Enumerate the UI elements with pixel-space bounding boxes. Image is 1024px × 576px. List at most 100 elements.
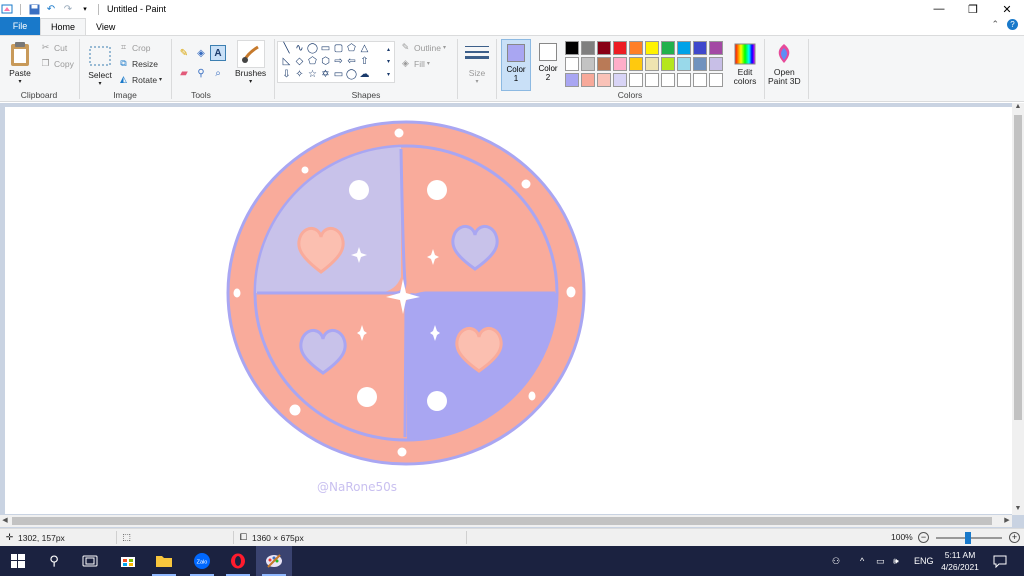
fill-button[interactable]: ◈ Fill ▾ (400, 58, 430, 69)
curve-shape-icon[interactable]: ∿ (293, 42, 306, 55)
fill-icon: ◈ (402, 58, 409, 68)
people-icon[interactable]: ⚇ (832, 546, 840, 576)
zoom-level: 100% (891, 532, 913, 542)
store-icon[interactable] (110, 546, 146, 576)
minimize-button[interactable]: — (922, 0, 956, 18)
language-indicator[interactable]: ENG (914, 546, 934, 576)
horizontal-scrollbar[interactable]: ◀ ▶ (0, 515, 1012, 527)
battery-icon[interactable]: ▭ (876, 546, 885, 576)
horizontal-scroll-thumb[interactable] (12, 517, 992, 525)
polygon-shape-icon[interactable]: ⬠ (345, 42, 358, 55)
tab-view[interactable]: View (86, 18, 125, 35)
rotate-dropdown-icon[interactable]: ▾ (159, 76, 162, 83)
vertical-scrollbar[interactable]: ▲ ▼ (1012, 103, 1024, 515)
callout-cloud-shape-icon[interactable]: ☁ (358, 68, 371, 81)
ring-bead (518, 176, 534, 192)
paint-taskbar-icon[interactable] (256, 546, 292, 576)
pentagon-shape-icon[interactable]: ⬠ (306, 55, 319, 68)
tab-file[interactable]: File (0, 17, 40, 35)
status-separator (116, 531, 117, 544)
select-dropdown-icon[interactable]: ▾ (98, 80, 101, 87)
select-button[interactable]: Select ▾ (86, 42, 114, 87)
vertical-scroll-thumb[interactable] (1014, 115, 1022, 420)
shapes-expand-icon[interactable]: ▾ (382, 69, 395, 82)
resize-label: Resize (132, 58, 158, 69)
diamond-shape-icon[interactable]: ◇ (293, 55, 306, 68)
collapse-ribbon-icon[interactable]: ⌃ (991, 19, 999, 30)
zalo-icon[interactable]: Zalo (184, 546, 220, 576)
task-view-icon[interactable] (72, 546, 108, 576)
artist-signature: @NaRone50s (317, 480, 397, 494)
oval-shape-icon[interactable]: ◯ (306, 42, 319, 55)
file-explorer-icon[interactable] (146, 546, 182, 576)
ribbon-separator (496, 39, 497, 99)
start-button[interactable] (0, 546, 36, 576)
size-dropdown-icon: ▾ (475, 79, 479, 85)
outline-button[interactable]: ✎ Outline ▾ (400, 42, 446, 53)
callout-rect-shape-icon[interactable]: ▭ (332, 68, 345, 81)
paste-dropdown-icon[interactable]: ▾ (18, 78, 21, 85)
save-icon[interactable] (27, 2, 41, 16)
close-button[interactable]: ✕ (990, 0, 1024, 18)
right-arrow-shape-icon[interactable]: ⇨ (332, 55, 345, 68)
dot (349, 180, 369, 200)
show-hidden-icons[interactable]: ^ (860, 546, 864, 576)
tab-home[interactable]: Home (40, 18, 87, 35)
drawing-canvas[interactable]: @NaRone50s (5, 107, 1012, 514)
hexagon-shape-icon[interactable]: ⬡ (319, 55, 332, 68)
search-icon[interactable]: ⚲ (36, 546, 72, 576)
magnifier-icon[interactable]: ⌕ (210, 65, 226, 81)
size-button[interactable]: Size ▾ (463, 40, 491, 85)
color-picker-icon[interactable]: ⚲ (193, 65, 209, 81)
brushes-dropdown-icon[interactable]: ▾ (249, 78, 252, 85)
zoom-in-button[interactable]: + (1009, 532, 1020, 543)
zoom-slider-thumb[interactable] (965, 532, 971, 544)
fill-bucket-icon[interactable]: ◈ (193, 45, 209, 61)
brushes-button[interactable]: Brushes ▾ (235, 40, 266, 85)
rotate-button[interactable]: ◭ Rotate ▾ (118, 74, 162, 85)
zoom-out-button[interactable]: − (918, 532, 929, 543)
rectangle-shape-icon[interactable]: ▭ (319, 42, 332, 55)
five-point-star-shape-icon[interactable]: ☆ (306, 68, 319, 81)
brushes-group: Brushes ▾ (232, 36, 272, 102)
eraser-icon[interactable]: ▰ (176, 65, 192, 81)
crop-button[interactable]: ⌗ Crop (118, 42, 150, 53)
scroll-right-icon[interactable]: ▶ (1002, 515, 1012, 527)
scroll-down-icon[interactable]: ▼ (1012, 505, 1024, 515)
six-point-star-shape-icon[interactable]: ✡ (319, 68, 332, 81)
open-paint3d-button[interactable]: Open Paint 3D (768, 40, 801, 86)
text-tool-icon[interactable]: A (210, 45, 226, 61)
four-point-star-shape-icon[interactable]: ✧ (293, 68, 306, 81)
cut-button[interactable]: ✂ Cut (40, 42, 68, 53)
cursor-position-icon: ✛ (5, 532, 14, 542)
left-arrow-shape-icon[interactable]: ⇦ (345, 55, 358, 68)
volume-icon[interactable]: 🕪 (893, 546, 899, 576)
pencil-icon[interactable]: ✎ (176, 45, 192, 61)
resize-button[interactable]: ⧉ Resize (118, 58, 158, 69)
rounded-rect-shape-icon[interactable]: ▢ (332, 42, 345, 55)
paste-button[interactable]: Paste ▾ (6, 40, 34, 85)
colors-group: Colors (498, 36, 762, 102)
ring-bead (525, 388, 539, 404)
outline-dropdown-icon: ▾ (442, 45, 446, 51)
qat-customize-icon[interactable]: ▾ (78, 2, 92, 16)
copy-button[interactable]: ❐ Copy (40, 58, 73, 69)
triangle-shape-icon[interactable]: △ (358, 42, 371, 55)
right-triangle-shape-icon[interactable]: ◺ (280, 55, 293, 68)
up-arrow-shape-icon[interactable]: ⇧ (358, 55, 371, 68)
down-arrow-shape-icon[interactable]: ⇩ (280, 68, 293, 81)
opera-icon[interactable] (220, 546, 256, 576)
callout-oval-shape-icon[interactable]: ◯ (345, 68, 358, 81)
help-icon[interactable]: ? (1007, 19, 1018, 30)
taskbar-clock[interactable]: 5:11 AM 4/26/2021 (935, 549, 985, 573)
restore-button[interactable]: ❐ (956, 0, 990, 18)
redo-icon[interactable]: ↷ (61, 2, 75, 16)
line-shape-icon[interactable]: ╲ (280, 42, 293, 55)
scroll-up-icon[interactable]: ▲ (1012, 103, 1024, 113)
notifications-icon[interactable] (993, 546, 1007, 576)
scroll-left-icon[interactable]: ◀ (0, 515, 10, 527)
fill-label: Fill (414, 58, 425, 69)
shapes-scroll-down-icon[interactable]: ▾ (382, 56, 395, 69)
line-size-icon (463, 40, 491, 68)
undo-icon[interactable]: ↶ (44, 2, 58, 16)
